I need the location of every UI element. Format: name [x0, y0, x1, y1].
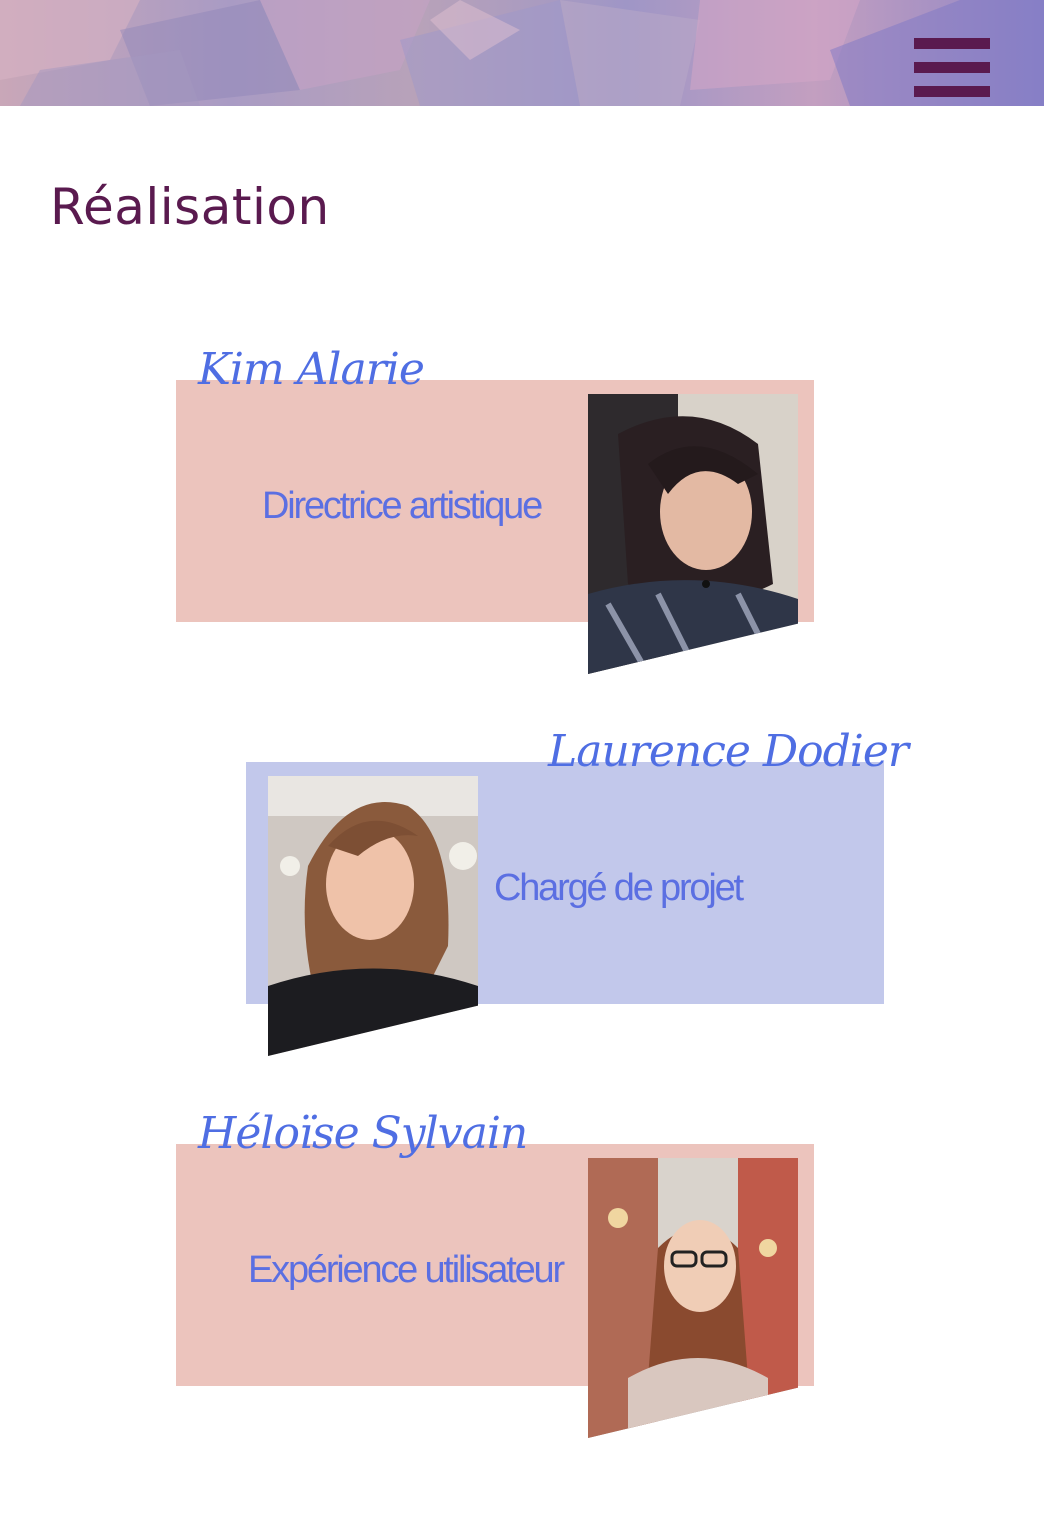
menu-bar-top	[914, 38, 990, 49]
member-name: Kim Alarie	[198, 344, 425, 395]
page-title: Réalisation	[50, 178, 330, 236]
member-name: Laurence Dodier	[548, 726, 909, 777]
header-pattern	[0, 0, 1044, 106]
member-role: Expérience utilisateur	[248, 1249, 565, 1291]
member-role: Directrice artistique	[262, 485, 543, 527]
header-banner	[0, 0, 1044, 106]
hamburger-menu-icon[interactable]	[912, 38, 992, 98]
member-photo	[588, 394, 798, 674]
menu-bar-bottom	[914, 86, 990, 97]
member-name: Héloïse Sylvain	[198, 1108, 528, 1159]
member-role: Chargé de projet	[494, 867, 744, 909]
member-photo	[268, 776, 478, 1056]
member-photo	[588, 1158, 798, 1438]
menu-bar-middle	[914, 62, 990, 73]
